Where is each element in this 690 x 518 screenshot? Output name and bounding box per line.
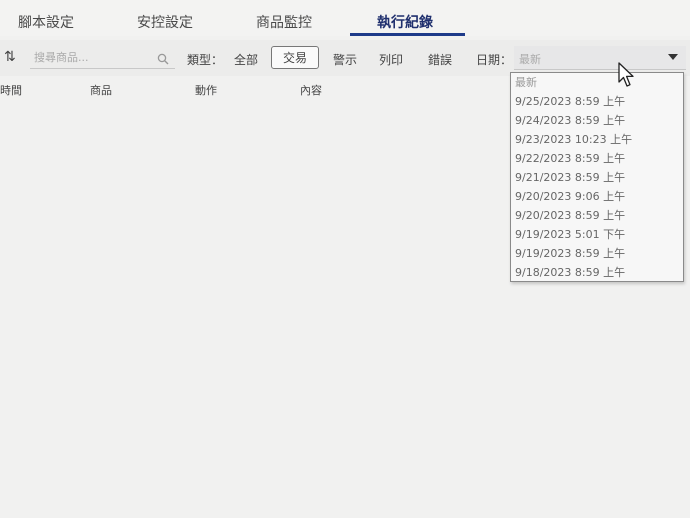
date-option[interactable]: 9/24/2023 8:59 上午	[515, 112, 625, 130]
active-tab-underline	[350, 33, 465, 36]
filter-error[interactable]: 錯誤	[428, 51, 452, 68]
date-label: 日期：	[476, 53, 513, 67]
filter-alert[interactable]: 警示	[333, 51, 357, 68]
tab-security-settings[interactable]: 安控設定	[137, 12, 193, 32]
search-input[interactable]	[30, 47, 175, 69]
date-option[interactable]: 9/21/2023 8:59 上午	[515, 169, 625, 187]
sort-arrows-icon[interactable]: ⇅	[4, 49, 16, 65]
date-dropdown-list: 最新 9/25/2023 8:59 上午 9/24/2023 8:59 上午 9…	[510, 72, 684, 282]
date-option[interactable]: 9/22/2023 8:59 上午	[515, 150, 625, 168]
filter-trade[interactable]: 交易	[271, 46, 319, 69]
tab-execution-log[interactable]: 執行紀錄	[377, 12, 433, 32]
tab-script-settings[interactable]: 腳本設定	[18, 12, 74, 32]
date-option[interactable]: 9/25/2023 8:59 上午	[515, 93, 625, 111]
column-header-product[interactable]: 商品	[90, 82, 112, 98]
filter-print[interactable]: 列印	[379, 51, 403, 68]
tab-product-monitor[interactable]: 商品監控	[256, 12, 312, 32]
date-option[interactable]: 9/19/2023 8:59 上午	[515, 245, 625, 263]
date-option[interactable]: 9/23/2023 10:23 上午	[515, 131, 632, 149]
search-icon[interactable]	[157, 50, 169, 69]
column-header-content[interactable]: 內容	[300, 82, 322, 98]
filter-all[interactable]: 全部	[234, 51, 258, 68]
date-option[interactable]: 9/18/2023 8:59 上午	[515, 264, 625, 282]
chevron-down-icon[interactable]	[668, 54, 678, 60]
column-header-action[interactable]: 動作	[195, 82, 217, 98]
date-option[interactable]: 9/19/2023 5:01 下午	[515, 226, 625, 244]
type-label: 類型：	[187, 53, 224, 67]
mouse-cursor-icon	[618, 62, 636, 92]
date-select-value: 最新	[519, 53, 541, 66]
date-option[interactable]: 9/20/2023 8:59 上午	[515, 207, 625, 225]
date-option[interactable]: 9/20/2023 9:06 上午	[515, 188, 625, 206]
tab-bar: 腳本設定 安控設定 商品監控 執行紀錄	[0, 0, 690, 36]
date-select[interactable]: 最新	[514, 46, 686, 70]
date-option-latest[interactable]: 最新	[515, 74, 537, 92]
column-header-time[interactable]: 時間	[0, 82, 22, 98]
